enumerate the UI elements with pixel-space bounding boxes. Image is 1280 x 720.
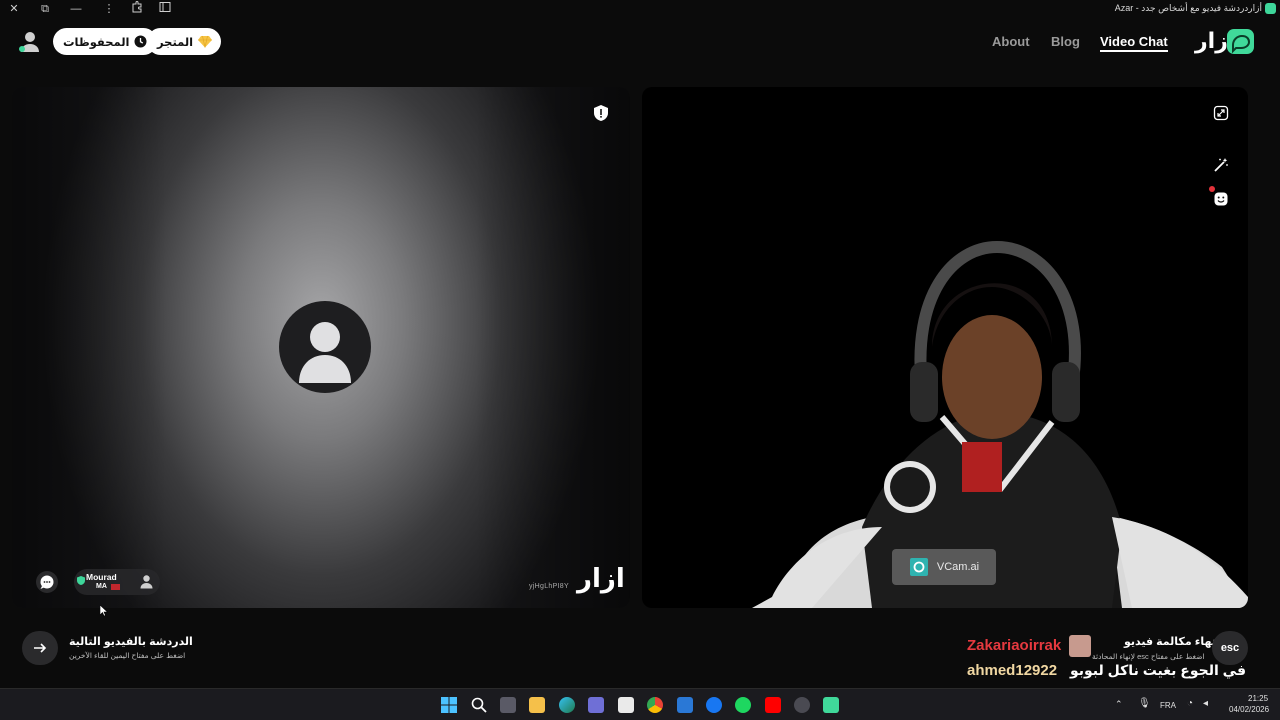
end-call-button[interactable]: esc — [1212, 631, 1248, 665]
file-explorer-icon[interactable] — [529, 697, 545, 713]
peer-country: MA — [96, 583, 107, 590]
face-filter-icon[interactable] — [1213, 191, 1229, 207]
next-chat-hint: اضغط على مفتاح اليمين للقاء الآخرين — [69, 651, 186, 660]
vcam-logo-icon — [909, 558, 928, 576]
minimize-window-icon[interactable]: — — [68, 1, 84, 17]
nav-about[interactable]: About — [992, 34, 1030, 49]
restore-window-icon[interactable]: ⧉ — [37, 1, 53, 17]
verified-shield-icon — [77, 572, 85, 585]
overlay-username-2: ahmed12922 — [967, 662, 1058, 679]
peer-profile-icon — [140, 574, 153, 589]
magic-wand-icon[interactable] — [1213, 157, 1229, 173]
edge-browser-icon[interactable] — [559, 697, 575, 713]
volume-icon[interactable]: ◂ — [1203, 698, 1208, 709]
end-call-title: إنهاء مكالمة فيديو — [1124, 636, 1220, 648]
window-title: أزاردردشة فيديو مع أشخاص جدد - Azar — [1114, 3, 1262, 13]
saved-button[interactable]: المحفوظات — [53, 28, 158, 55]
morocco-flag-icon — [111, 584, 120, 590]
overlay-message: في الجوع بغيت ناكل لبوبو — [1070, 662, 1247, 678]
search-icon[interactable] — [471, 697, 487, 713]
arrow-right-icon — [34, 643, 47, 653]
azar-logo-icon[interactable] — [1227, 29, 1254, 54]
windows-start-icon[interactable] — [441, 697, 457, 713]
azar-app-icon[interactable] — [823, 697, 839, 713]
vcam-watermark: VCam.ai — [892, 549, 996, 585]
close-window-icon[interactable]: ✕ — [6, 1, 22, 17]
peer-video-panel: yjHgLhPI8Y ازار Mourad MA — [12, 87, 630, 608]
store-button[interactable]: المتجر — [147, 28, 222, 55]
overlay-username-1: Zakariaoirrak — [967, 637, 1062, 654]
session-id: yjHgLhPI8Y — [529, 583, 569, 590]
vcam-watermark-text: VCam.ai — [936, 561, 980, 573]
end-call-hint: اضغط على مفتاح esc لإنهاء المحادثة — [1092, 652, 1205, 661]
expand-icon[interactable] — [1213, 105, 1229, 121]
peer-avatar-placeholder — [279, 301, 371, 393]
overlay-user-avatar — [1069, 635, 1091, 657]
wifi-icon[interactable]: ◔ — [1187, 698, 1193, 709]
azar-favicon-icon — [1265, 3, 1276, 14]
youtube-icon[interactable] — [765, 697, 781, 713]
next-chat-button[interactable] — [22, 631, 58, 665]
microphone-icon[interactable]: 🎙 — [1138, 698, 1151, 709]
peer-info-chip[interactable]: Mourad MA — [74, 569, 160, 595]
windows-taskbar: ⌃ 🎙 FRA ◔ ◂ 21:25 04/02/2026 — [0, 688, 1280, 720]
window-titlebar: ✕ ⧉ — ⋮ أزاردردشة فيديو مع أشخاص جدد - A… — [0, 0, 1280, 18]
clock-icon — [134, 35, 147, 48]
store-label: المتجر — [157, 36, 194, 49]
chat-button[interactable] — [36, 571, 58, 593]
spotify-icon[interactable] — [735, 697, 751, 713]
keyboard-language[interactable]: FRA — [1160, 701, 1176, 710]
clock-date[interactable]: 04/02/2026 — [1229, 705, 1269, 714]
clock-time[interactable]: 21:25 — [1248, 694, 1268, 703]
panel-logo-text: ازار — [577, 563, 625, 593]
tray-chevron-icon[interactable]: ⌃ — [1115, 699, 1123, 710]
saved-label: المحفوظات — [63, 36, 130, 49]
task-view-icon[interactable] — [500, 697, 516, 713]
self-video-panel: VCam.ai — [642, 87, 1248, 608]
more-options-icon[interactable]: ⋮ — [101, 1, 117, 17]
diamond-icon — [198, 35, 213, 48]
sidebar-toggle-icon[interactable] — [157, 1, 173, 17]
obs-icon[interactable] — [794, 697, 810, 713]
next-chat-title: الدردشة بالفيديو التالية — [69, 636, 193, 648]
mouse-cursor-icon — [100, 605, 108, 617]
app-header: المحفوظات المتجر About Blog Video Chat ا… — [0, 18, 1280, 68]
report-shield-icon[interactable] — [592, 104, 610, 122]
peer-name: Mourad — [86, 572, 117, 582]
extensions-icon[interactable] — [129, 1, 145, 17]
nav-video-chat[interactable]: Video Chat — [1100, 34, 1168, 52]
notepad-icon[interactable] — [618, 697, 634, 713]
microsoft-store-icon[interactable] — [588, 697, 604, 713]
outlook-icon[interactable] — [677, 697, 693, 713]
webcam-person-image — [752, 240, 1248, 608]
user-profile-icon[interactable] — [18, 30, 40, 54]
chrome-icon[interactable] — [647, 697, 663, 713]
nav-blog[interactable]: Blog — [1051, 34, 1080, 49]
facebook-icon[interactable] — [706, 697, 722, 713]
